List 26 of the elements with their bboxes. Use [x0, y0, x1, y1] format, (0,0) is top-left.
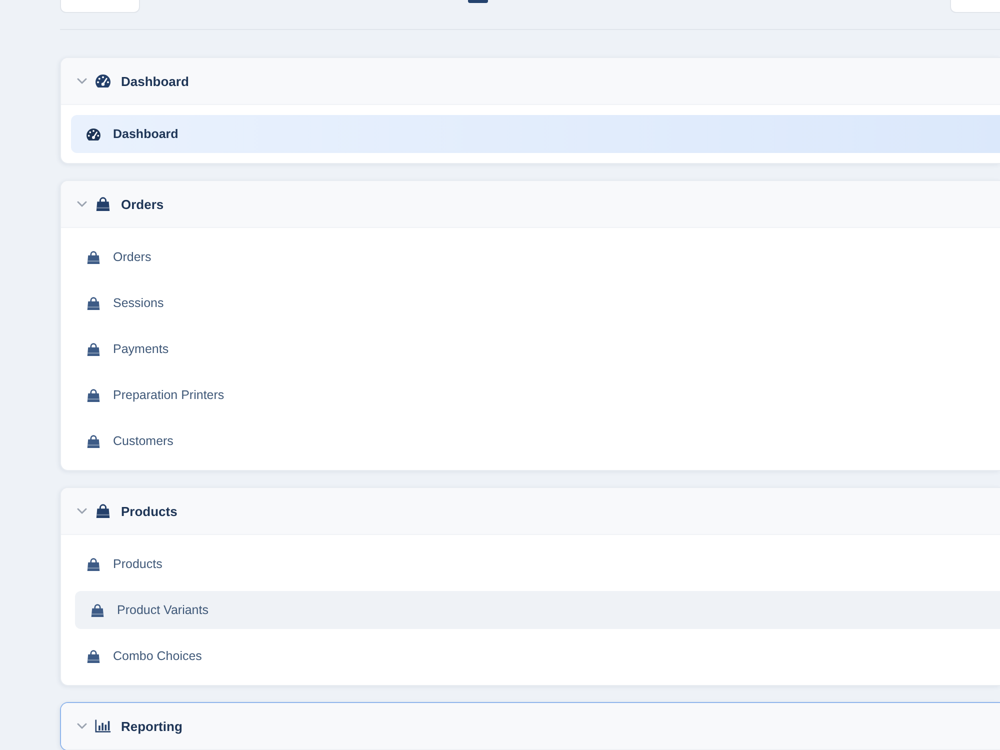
menu-item[interactable]: Payments [71, 330, 1000, 368]
bag-icon [95, 197, 111, 211]
bag-icon [86, 558, 101, 570]
section-header[interactable]: Products [61, 488, 1000, 535]
bag-icon [86, 296, 101, 310]
bag-icon [86, 342, 101, 356]
section-header[interactable]: Reporting [61, 703, 1000, 750]
bar-chart-icon [95, 719, 111, 733]
menu-item[interactable]: Orders [71, 238, 1000, 276]
bag-icon [86, 388, 101, 402]
menu-item[interactable]: Dashboard [71, 115, 1000, 153]
menu-item[interactable]: Product Variants [75, 591, 1000, 629]
bag-icon [86, 250, 101, 264]
menu-item[interactable]: Preparation Printers [71, 376, 1000, 414]
menu-item[interactable]: Combo Choices [71, 637, 1000, 675]
menu-item[interactable]: Products [71, 545, 1000, 583]
bag-icon [86, 434, 101, 448]
bag-icon [86, 650, 101, 662]
bag-icon [95, 504, 111, 518]
gauge-icon [86, 128, 101, 140]
section-header[interactable]: Orders [61, 181, 1000, 228]
menu-item[interactable]: Customers [71, 422, 1000, 460]
gauge-icon [95, 74, 111, 88]
bag-icon [90, 604, 105, 616]
section-header[interactable]: Dashboard [61, 58, 1000, 105]
menu-item[interactable]: Sessions [71, 284, 1000, 322]
